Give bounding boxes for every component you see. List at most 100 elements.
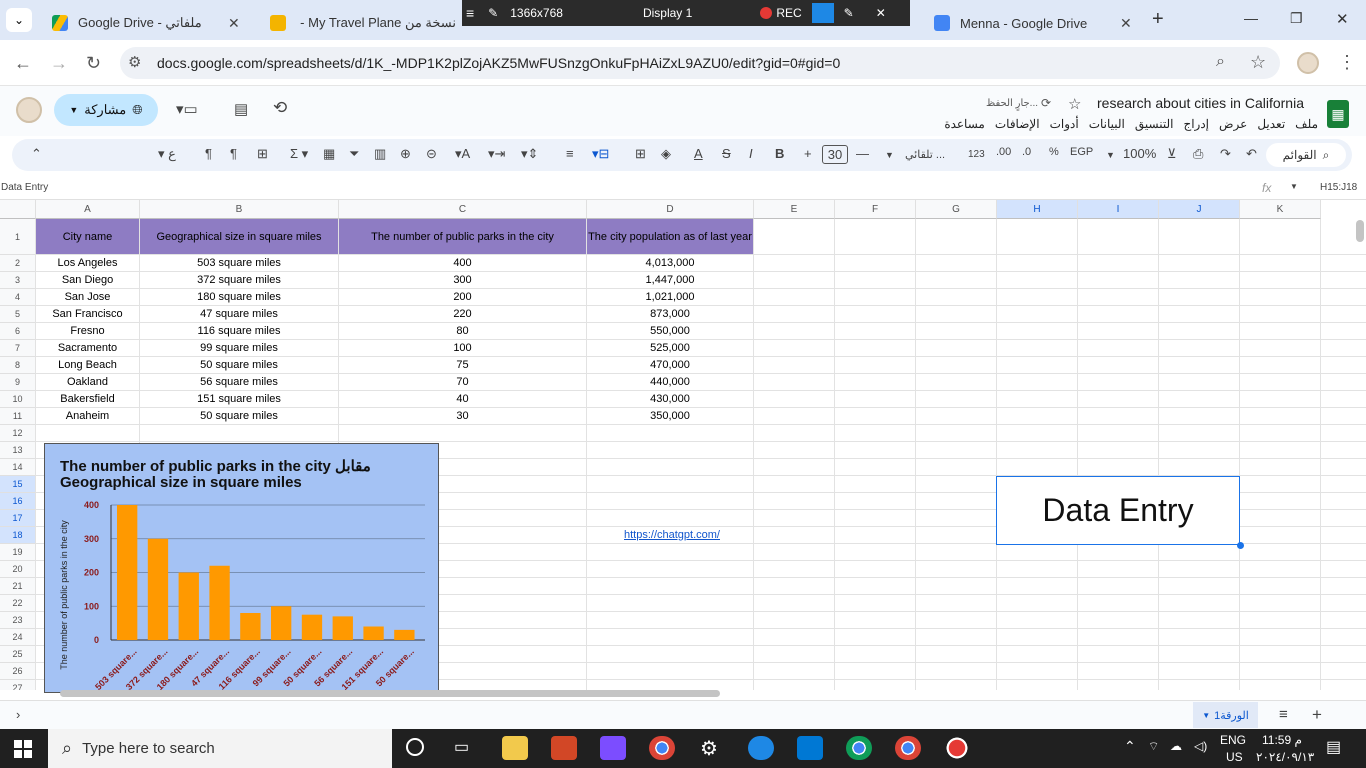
parks-cell[interactable]: 80 xyxy=(339,323,587,340)
add-sheet-icon[interactable]: + xyxy=(1312,705,1322,725)
menu-view[interactable]: عرض xyxy=(1219,117,1247,131)
city-cell[interactable]: San Francisco xyxy=(36,306,140,323)
tab-google-drive[interactable]: Google Drive - ملفاتي ✕ xyxy=(40,6,255,40)
sidebar-toggle-icon[interactable]: › xyxy=(16,707,20,722)
chatgpt-link[interactable]: https://chatgpt.com/ xyxy=(624,529,720,541)
population-cell[interactable]: 873,000 xyxy=(587,306,754,323)
font-dropdown-icon[interactable]: ▼ xyxy=(885,150,894,160)
row-header-4[interactable]: 4 xyxy=(0,289,36,306)
menu-edit[interactable]: تعديل xyxy=(1257,117,1285,131)
show-hidden-icons[interactable]: ⌃ xyxy=(1124,738,1136,755)
city-cell[interactable]: Sacramento xyxy=(36,340,140,357)
paint-format-icon[interactable]: ⊻ xyxy=(1167,146,1177,162)
meet-icon[interactable]: ▾▭ xyxy=(176,100,198,118)
windows-start-icon[interactable] xyxy=(14,740,32,758)
size-cell[interactable]: 372 square miles xyxy=(140,272,339,289)
history-icon[interactable]: ⟲ xyxy=(273,98,287,118)
menu-tools[interactable]: أدوات xyxy=(1050,117,1079,131)
parks-cell[interactable]: 40 xyxy=(339,391,587,408)
menu-format[interactable]: التنسيق xyxy=(1135,117,1174,131)
chrome-profile-icon[interactable] xyxy=(846,736,872,760)
percent-format-button[interactable]: % xyxy=(1049,146,1059,158)
recorder-rec-label[interactable]: REC xyxy=(776,6,801,20)
header-cell-population[interactable]: The city population as of last year xyxy=(587,219,754,255)
row-header-6[interactable]: 6 xyxy=(0,323,36,340)
taskbar-search[interactable]: ⌕ Type here to search xyxy=(48,729,392,768)
tab-search-button[interactable]: ⌄ xyxy=(6,8,32,32)
column-header-h[interactable]: H xyxy=(997,200,1078,219)
menu-icon[interactable]: ≡ xyxy=(466,5,474,21)
pen-icon[interactable]: ✎ xyxy=(844,6,854,20)
table-icon[interactable]: ▦ xyxy=(323,146,335,162)
header-cell-city[interactable]: City name xyxy=(36,219,140,255)
parks-cell[interactable]: 75 xyxy=(339,357,587,374)
chevron-down-icon[interactable]: ▼ xyxy=(1290,182,1298,191)
url-text[interactable]: docs.google.com/spreadsheets/d/1K_-MDP1K… xyxy=(157,55,840,71)
row-header-9[interactable]: 9 xyxy=(0,374,36,391)
column-header-c[interactable]: C xyxy=(339,200,587,219)
population-cell[interactable]: 1,021,000 xyxy=(587,289,754,306)
menu-help[interactable]: مساعدة xyxy=(944,117,985,131)
undo-icon[interactable]: ↶ xyxy=(1246,146,1257,162)
all-sheets-icon[interactable]: ≡ xyxy=(1279,706,1288,723)
font-size-decrease-icon[interactable]: — xyxy=(856,146,869,161)
range-box[interactable]: H15:J18 xyxy=(1320,182,1357,193)
back-icon[interactable]: ← xyxy=(14,53,32,74)
chrome-active-icon[interactable] xyxy=(895,736,921,760)
population-cell[interactable]: 4,013,000 xyxy=(587,255,754,272)
pivot-icon[interactable]: ⊞ xyxy=(257,146,268,162)
column-header-e[interactable]: E xyxy=(754,200,835,219)
bar-chart[interactable]: The number of public parks in the city م… xyxy=(44,443,439,693)
link-icon[interactable]: ⊝ xyxy=(426,146,437,162)
column-header-a[interactable]: A xyxy=(36,200,140,219)
row-header-2[interactable]: 2 xyxy=(0,255,36,272)
name-box[interactable]: Data Entry xyxy=(1,182,48,193)
chrome-icon[interactable] xyxy=(649,736,675,760)
recorder-app-icon[interactable] xyxy=(944,736,970,760)
city-cell[interactable]: San Diego xyxy=(36,272,140,289)
parks-cell[interactable]: 100 xyxy=(339,340,587,357)
comment-icon[interactable]: ⊕ xyxy=(400,146,411,162)
row-header-13[interactable]: 13 xyxy=(0,442,36,459)
screen-icon[interactable] xyxy=(811,3,834,23)
notifications-icon[interactable]: ▤ xyxy=(1326,737,1341,757)
row-header-27[interactable]: 27 xyxy=(0,680,36,690)
column-header-i[interactable]: I xyxy=(1078,200,1159,219)
fill-color-icon[interactable]: ◈ xyxy=(661,146,671,162)
size-cell[interactable]: 47 square miles xyxy=(140,306,339,323)
city-cell[interactable]: Fresno xyxy=(36,323,140,340)
paragraph-ltr-icon[interactable]: ¶ xyxy=(230,146,237,161)
size-cell[interactable]: 151 square miles xyxy=(140,391,339,408)
population-cell[interactable]: 430,000 xyxy=(587,391,754,408)
close-icon[interactable]: ✕ xyxy=(876,6,886,20)
recorder-display[interactable]: Display 1 xyxy=(643,6,692,20)
row-header-18[interactable]: 18 xyxy=(0,527,36,544)
parks-cell[interactable]: 220 xyxy=(339,306,587,323)
header-cell-size[interactable]: Geographical size in square miles xyxy=(140,219,339,255)
decimal-decrease-button[interactable]: .0 xyxy=(1022,146,1031,158)
zoom-dropdown-icon[interactable]: ▼ xyxy=(1106,150,1115,160)
site-info-icon[interactable]: ⚙ xyxy=(128,53,141,71)
restore-button[interactable]: ❐ xyxy=(1290,10,1303,27)
bold-icon[interactable]: B xyxy=(775,146,784,161)
row-header-12[interactable]: 12 xyxy=(0,425,36,442)
clock-date[interactable]: ٢٠٢٤/٠٩/١٣ xyxy=(1256,750,1314,764)
cortana-icon[interactable] xyxy=(406,738,424,756)
settings-icon[interactable]: ⚙ xyxy=(700,736,718,761)
city-cell[interactable]: Long Beach xyxy=(36,357,140,374)
italic-icon[interactable]: I xyxy=(749,146,753,161)
zoom-icon[interactable]: ⌕ xyxy=(1216,53,1225,71)
minimize-button[interactable]: — xyxy=(1244,10,1258,26)
paint-icon[interactable] xyxy=(600,736,626,760)
column-header-d[interactable]: D xyxy=(587,200,754,219)
text-color-icon[interactable]: A xyxy=(694,146,703,161)
close-window-button[interactable]: ✕ xyxy=(1336,10,1349,28)
row-header-16[interactable]: 16 xyxy=(0,493,36,510)
horizontal-align-icon[interactable]: ≡ xyxy=(566,146,574,161)
star-icon[interactable]: ☆ xyxy=(1068,95,1081,113)
city-cell[interactable]: Oakland xyxy=(36,374,140,391)
size-cell[interactable]: 50 square miles xyxy=(140,357,339,374)
profile-avatar[interactable] xyxy=(1297,52,1319,74)
size-cell[interactable]: 180 square miles xyxy=(140,289,339,306)
bookmark-star-icon[interactable]: ☆ xyxy=(1250,52,1266,73)
